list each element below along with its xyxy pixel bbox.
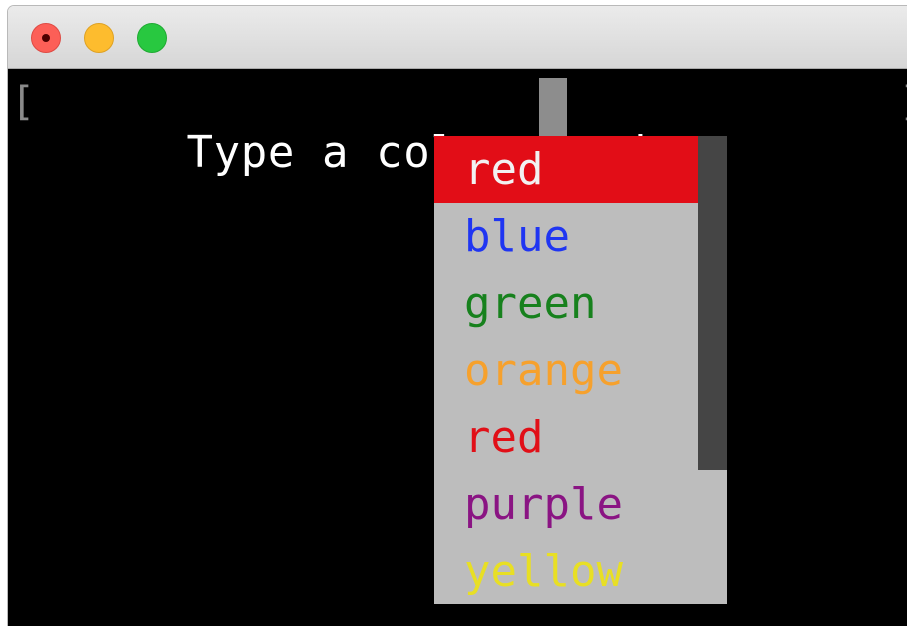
autocomplete-dropdown[interactable]: red blue green orange red purple yellow — [434, 136, 727, 604]
dropdown-item-blue[interactable]: blue — [434, 203, 698, 270]
title-bar — [8, 6, 907, 69]
dropdown-item-red-selected[interactable]: red — [434, 136, 698, 203]
close-dot-icon — [42, 34, 50, 42]
dropdown-item-orange[interactable]: orange — [434, 337, 698, 404]
zoom-button[interactable] — [137, 23, 167, 53]
right-bracket: ] — [899, 77, 907, 127]
command-line[interactable]: Type a color: red — [24, 78, 647, 178]
terminal-window: [ ] Type a color: red red blue green ora… — [8, 6, 907, 626]
cursor — [539, 78, 567, 138]
minimize-button[interactable] — [84, 23, 114, 53]
close-button[interactable] — [31, 23, 61, 53]
terminal-area[interactable]: [ ] Type a color: red red blue green ora… — [8, 69, 907, 626]
dropdown-item-red[interactable]: red — [434, 404, 698, 471]
dropdown-scrollbar[interactable] — [698, 136, 727, 470]
dropdown-item-green[interactable]: green — [434, 270, 698, 337]
dropdown-item-purple[interactable]: purple — [434, 471, 698, 538]
dropdown-item-yellow[interactable]: yellow — [434, 538, 698, 604]
